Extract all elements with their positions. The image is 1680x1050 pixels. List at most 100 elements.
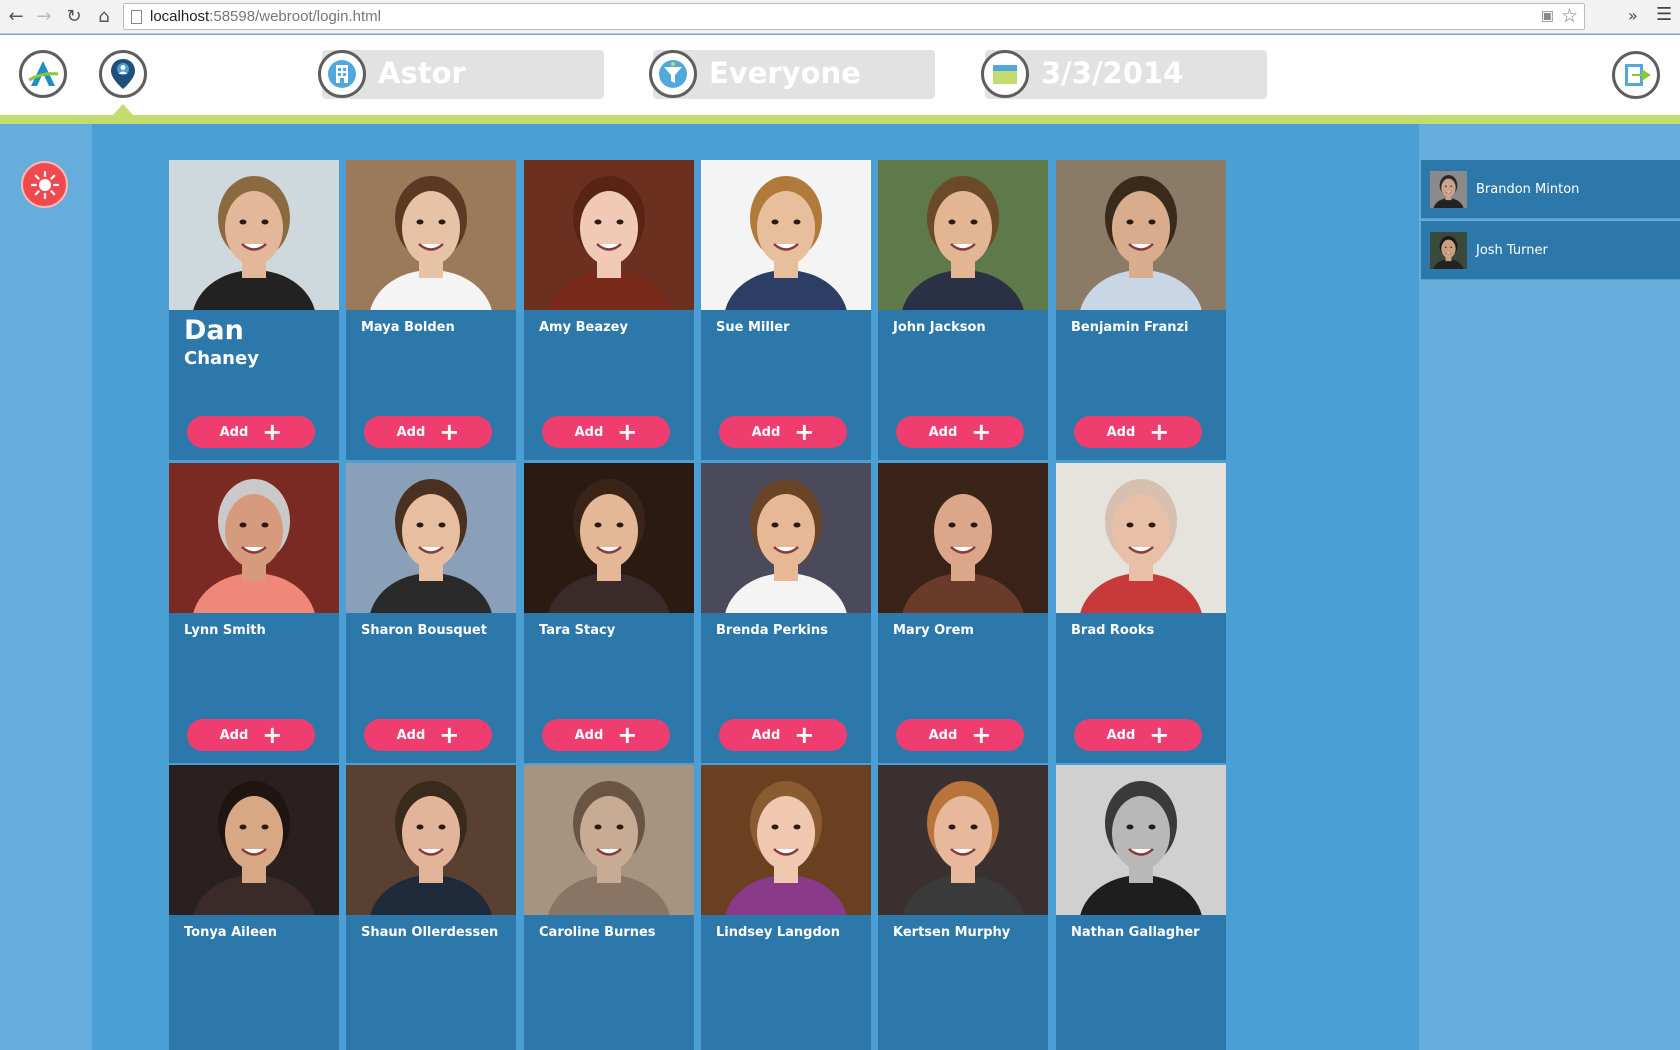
browser-toolbar: ← → ↻ ⌂ localhost:58598/webroot/login.ht…	[0, 0, 1680, 34]
address-bar[interactable]: localhost:58598/webroot/login.html ▣ ☆	[123, 3, 1585, 30]
person-name: Maya Bolden	[361, 320, 455, 335]
person-card[interactable]: Amy Beazey Add +	[524, 160, 694, 460]
person-photo	[169, 160, 339, 310]
location-button[interactable]	[99, 50, 147, 98]
person-card[interactable]: Sharon Bousquet Add +	[346, 463, 516, 763]
date-selector[interactable]: 3/3/2014	[981, 50, 1267, 99]
selected-person-row[interactable]: Josh Turner	[1421, 221, 1680, 280]
person-card[interactable]: Tara Stacy Add +	[524, 463, 694, 763]
person-card[interactable]: Tonya Aileen	[169, 765, 339, 1050]
add-button[interactable]: Add +	[1074, 416, 1202, 448]
portrait-photo	[346, 463, 516, 613]
selected-person-name: Brandon Minton	[1476, 181, 1580, 197]
plus-icon: +	[1149, 721, 1170, 749]
add-label: Add	[751, 727, 781, 743]
person-photo	[701, 160, 871, 310]
date-label: 3/3/2014	[1041, 56, 1184, 90]
portrait-photo	[346, 765, 516, 915]
page-action-icon[interactable]: ▣	[1541, 8, 1554, 24]
home-icon[interactable]: ⌂	[92, 5, 116, 29]
sun-button[interactable]	[21, 161, 68, 208]
add-button[interactable]: Add +	[896, 719, 1024, 751]
portrait-photo	[1430, 231, 1467, 269]
add-label: Add	[219, 727, 249, 743]
plus-icon: +	[617, 418, 638, 446]
portrait-photo	[524, 160, 694, 310]
bookmark-star-icon[interactable]: ☆	[1561, 5, 1578, 27]
add-button[interactable]: Add +	[187, 416, 315, 448]
filter-selector[interactable]: Everyone	[649, 50, 935, 99]
add-button[interactable]: Add +	[364, 416, 492, 448]
person-photo	[346, 463, 516, 613]
add-label: Add	[751, 424, 781, 440]
person-card[interactable]: Dan Chaney Add +	[169, 160, 339, 460]
extensions-chevron-icon[interactable]: »	[1628, 6, 1638, 25]
calendar-icon	[981, 50, 1029, 98]
portrait-photo	[1056, 765, 1226, 915]
add-button[interactable]: Add +	[364, 719, 492, 751]
portrait-photo	[524, 765, 694, 915]
add-button[interactable]: Add +	[187, 719, 315, 751]
reload-icon[interactable]: ↻	[62, 5, 86, 29]
forward-arrow-icon[interactable]: →	[32, 5, 56, 29]
add-button[interactable]: Add +	[542, 416, 670, 448]
add-button[interactable]: Add +	[719, 719, 847, 751]
person-name: Lindsey Langdon	[716, 925, 840, 940]
person-photo	[346, 160, 516, 310]
person-card[interactable]: Kertsen Murphy	[878, 765, 1048, 1050]
person-card[interactable]: Benjamin Franzi Add +	[1056, 160, 1226, 460]
building-selector[interactable]: Astor	[318, 50, 604, 99]
add-label: Add	[928, 727, 958, 743]
person-photo	[1056, 463, 1226, 613]
portrait-photo	[878, 160, 1048, 310]
person-name: Amy Beazey	[539, 320, 628, 335]
person-card[interactable]: Lynn Smith Add +	[169, 463, 339, 763]
plus-icon: +	[794, 721, 815, 749]
person-name: Lynn Smith	[184, 623, 266, 638]
person-card[interactable]: Caroline Burnes	[524, 765, 694, 1050]
add-label: Add	[928, 424, 958, 440]
person-first-name: Dan	[184, 315, 244, 346]
person-name: Dan Chaney	[184, 315, 259, 371]
plus-icon: +	[262, 721, 283, 749]
portrait-photo	[169, 765, 339, 915]
add-button[interactable]: Add +	[719, 416, 847, 448]
portrait-photo	[1430, 170, 1467, 208]
menu-icon[interactable]: ☰	[1656, 4, 1672, 25]
add-button[interactable]: Add +	[542, 719, 670, 751]
add-button[interactable]: Add +	[896, 416, 1024, 448]
plus-icon: +	[617, 721, 638, 749]
people-grid: Dan Chaney Add + Maya Bolden Add + Amy Beazey…	[92, 124, 1419, 1050]
person-photo	[878, 160, 1048, 310]
add-label: Add	[219, 424, 249, 440]
person-card[interactable]: Sue Miller Add +	[701, 160, 871, 460]
add-label: Add	[396, 424, 426, 440]
person-photo	[1056, 765, 1226, 915]
back-arrow-icon[interactable]: ←	[4, 5, 28, 29]
url-text[interactable]: localhost:58598/webroot/login.html	[150, 8, 381, 25]
person-photo	[169, 463, 339, 613]
person-photo	[878, 463, 1048, 613]
portrait-photo	[701, 463, 871, 613]
selected-person-row[interactable]: Brandon Minton	[1421, 160, 1680, 219]
person-card[interactable]: Brenda Perkins Add +	[701, 463, 871, 763]
portrait-photo	[701, 765, 871, 915]
logout-button[interactable]	[1612, 51, 1660, 99]
add-label: Add	[574, 424, 604, 440]
portrait-photo	[346, 160, 516, 310]
person-card[interactable]: John Jackson Add +	[878, 160, 1048, 460]
person-card[interactable]: Brad Rooks Add +	[1056, 463, 1226, 763]
add-button[interactable]: Add +	[1074, 719, 1202, 751]
portrait-photo	[524, 463, 694, 613]
person-card[interactable]: Lindsey Langdon	[701, 765, 871, 1050]
plus-icon: +	[439, 721, 460, 749]
person-photo	[701, 765, 871, 915]
person-last-name: Chaney	[184, 348, 259, 369]
person-card[interactable]: Nathan Gallagher	[1056, 765, 1226, 1050]
person-card[interactable]: Mary Orem Add +	[878, 463, 1048, 763]
app-logo-button[interactable]	[19, 50, 67, 98]
filter-label: Everyone	[709, 56, 861, 90]
person-card[interactable]: Shaun Ollerdessen	[346, 765, 516, 1050]
person-card[interactable]: Maya Bolden Add +	[346, 160, 516, 460]
person-name: Tonya Aileen	[184, 925, 277, 940]
